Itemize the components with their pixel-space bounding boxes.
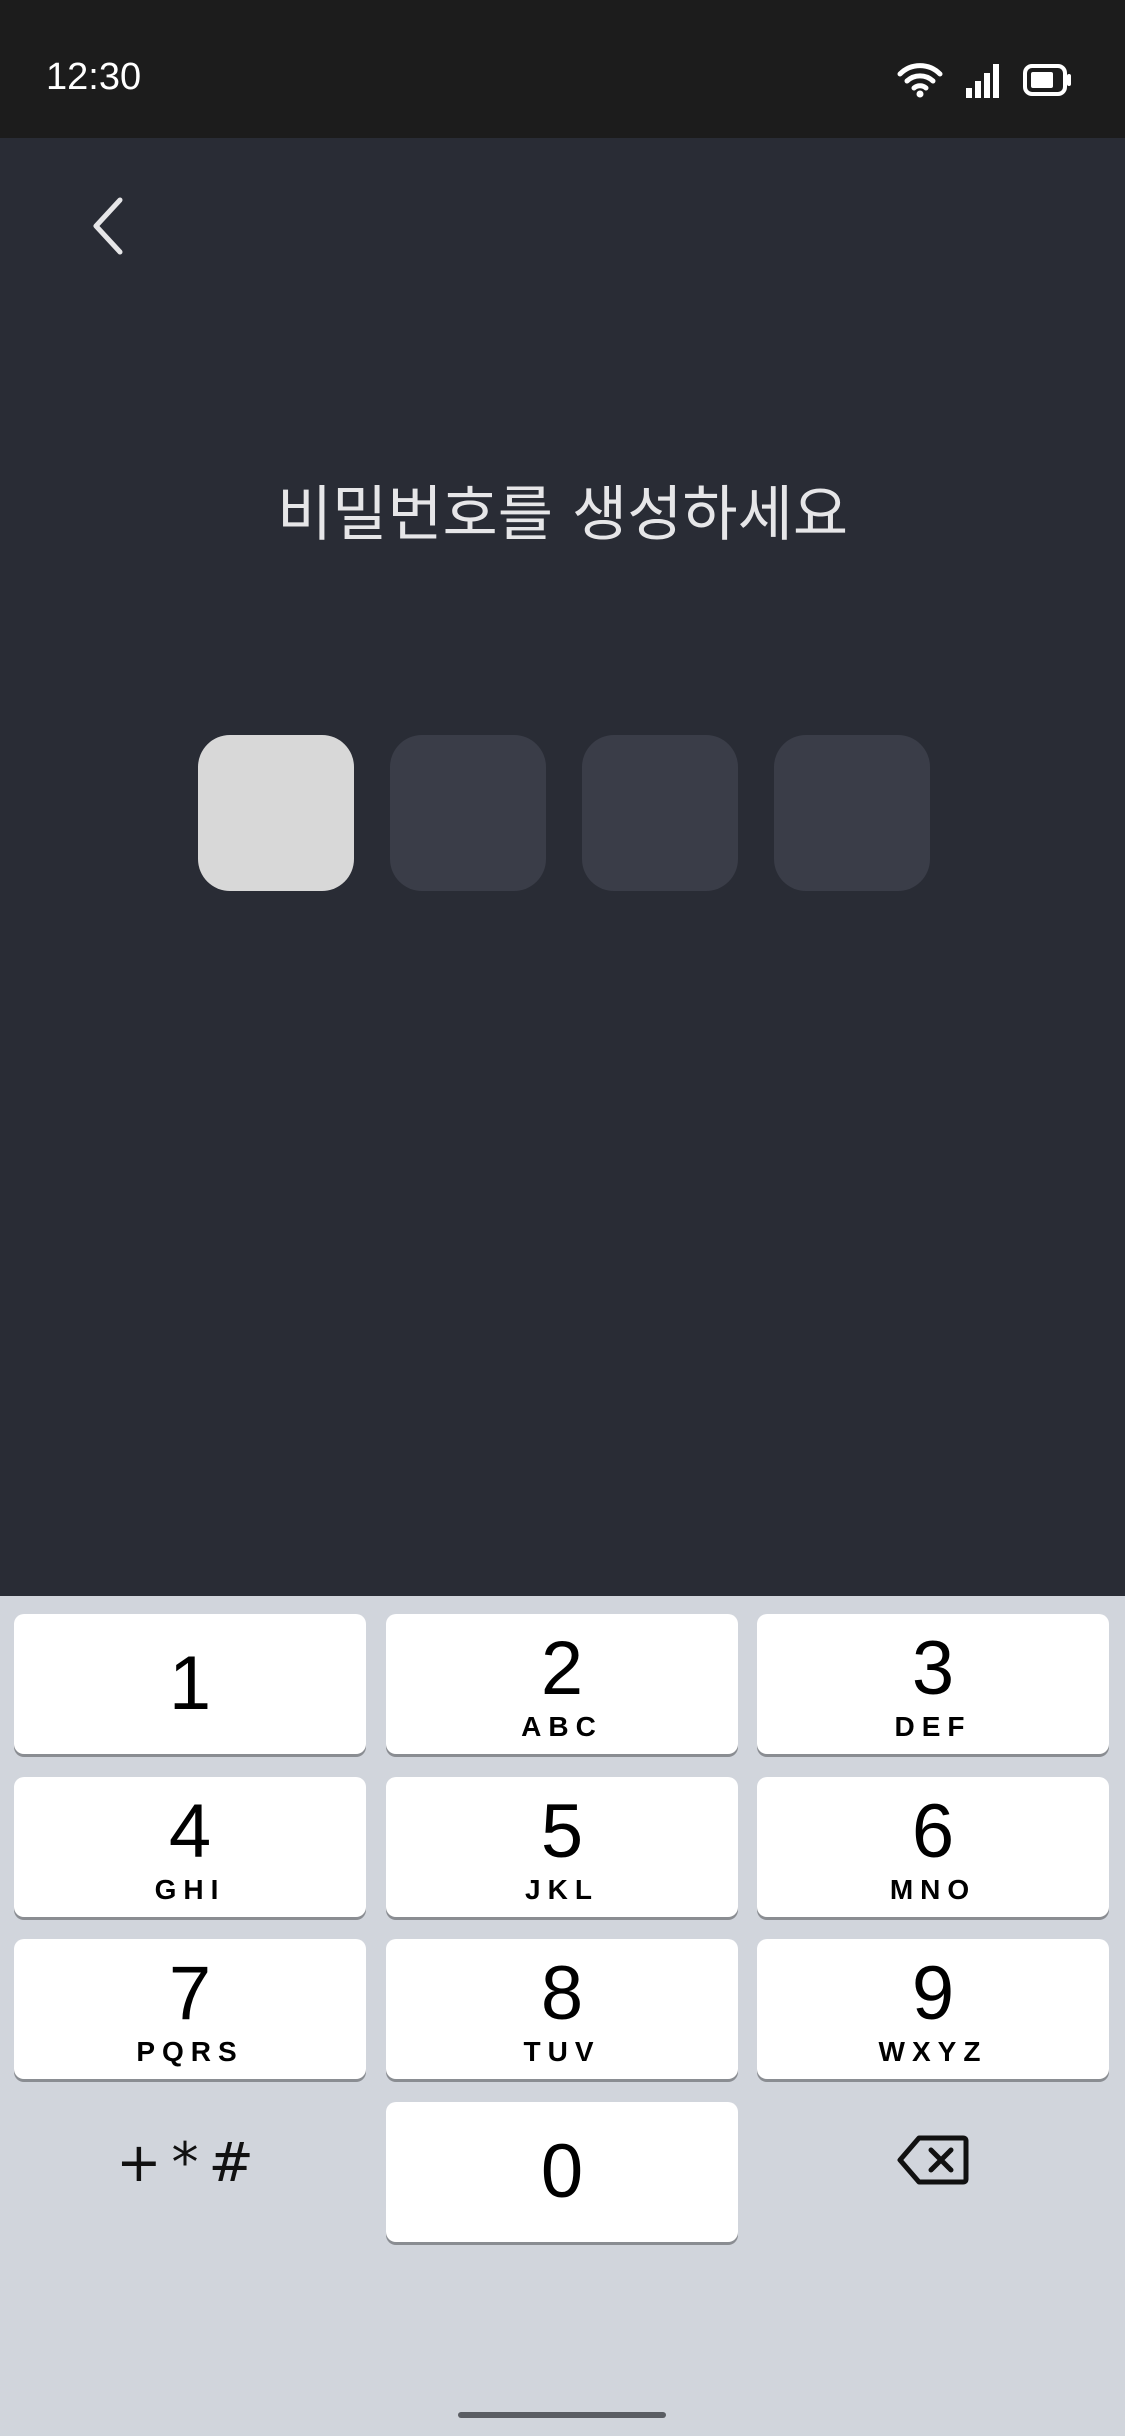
status-icons [897, 62, 1073, 102]
key-1[interactable]: 1 [14, 1614, 366, 1754]
status-bar: 12:30 [0, 0, 1125, 138]
back-button[interactable] [70, 190, 146, 266]
status-time: 12:30 [46, 56, 142, 98]
pin-indicator [198, 735, 930, 891]
key-3[interactable]: 3 DEF [757, 1614, 1109, 1754]
key-6[interactable]: 6 MNO [757, 1777, 1109, 1917]
pin-box [774, 735, 930, 891]
backspace-icon [897, 2134, 969, 2190]
key-4[interactable]: 4 GHI [14, 1777, 366, 1917]
key-7[interactable]: 7 PQRS [14, 1939, 366, 2079]
chevron-left-icon [88, 195, 128, 261]
key-5[interactable]: 5 JKL [386, 1777, 738, 1917]
battery-icon [1023, 63, 1073, 101]
key-8[interactable]: 8 TUV [386, 1939, 738, 2079]
key-9[interactable]: 9 WXYZ [757, 1939, 1109, 2079]
symbols-key[interactable]: +*# [14, 2102, 366, 2222]
home-indicator [458, 2412, 666, 2418]
pin-box [390, 735, 546, 891]
pin-box [582, 735, 738, 891]
page-title: 비밀번호를 생성하세요 [276, 480, 849, 550]
wifi-icon [897, 62, 943, 102]
signal-icon [965, 62, 1001, 102]
key-2[interactable]: 2 ABC [386, 1614, 738, 1754]
key-0[interactable]: 0 [386, 2102, 738, 2242]
pin-box [198, 735, 354, 891]
backspace-button[interactable] [757, 2102, 1109, 2222]
